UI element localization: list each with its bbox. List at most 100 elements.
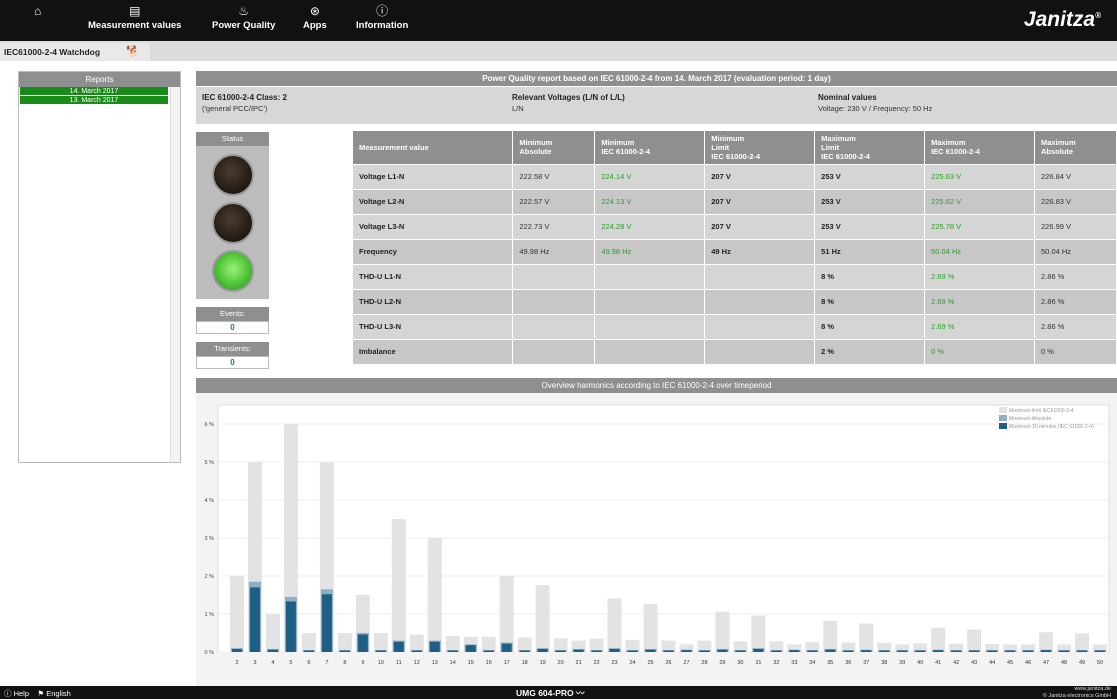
y-tick-label: 0 % xyxy=(205,650,215,656)
x-tick-label: 5 xyxy=(289,660,292,666)
report-item[interactable]: 14. March 2017 xyxy=(20,87,168,96)
copyright: www.janitza.de © Janitza electronics Gmb… xyxy=(1043,686,1111,699)
x-tick-label: 44 xyxy=(989,660,995,666)
limit-bar xyxy=(553,638,568,652)
ten-minute-bar xyxy=(1077,650,1088,652)
transients-counter: Transients: 0 xyxy=(196,342,269,369)
table-header-row: Measurement value Minimum Absolute Minimum I… xyxy=(353,131,1117,165)
x-tick-label: 9 xyxy=(361,660,364,666)
ten-minute-bar xyxy=(591,650,602,652)
ten-minute-bar xyxy=(645,649,656,652)
ten-minute-bar xyxy=(1023,650,1034,652)
x-tick-label: 47 xyxy=(1043,660,1049,666)
x-tick-label: 41 xyxy=(935,660,941,666)
table-cell: 222.58 V xyxy=(512,164,596,190)
ten-minute-bar xyxy=(573,649,584,652)
x-tick-label: 3 xyxy=(253,660,256,666)
tab-watchdog[interactable]: IEC61000-2-4 Watchdog 🐕 xyxy=(0,43,150,61)
table-cell: 2.69 % xyxy=(924,289,1036,315)
table-cell: 50.04 Hz xyxy=(1034,239,1117,265)
ten-minute-bar xyxy=(807,650,818,652)
ten-minute-bar xyxy=(1059,650,1070,652)
limit-bar xyxy=(589,638,604,652)
row-label: Frequency xyxy=(353,239,514,265)
y-tick-label: 5 % xyxy=(205,460,215,466)
events-label: Events: xyxy=(196,307,269,321)
table-cell xyxy=(704,339,816,365)
x-tick-label: 43 xyxy=(971,660,977,666)
ten-minute-bar xyxy=(609,648,620,652)
limit-bar xyxy=(1039,632,1054,652)
nav-information[interactable]: ⓘ Information xyxy=(356,4,408,31)
reports-title: Reports xyxy=(19,72,180,87)
ten-minute-bar xyxy=(1095,650,1106,652)
x-tick-label: 15 xyxy=(468,660,474,666)
row-label: THD-U L2-N xyxy=(353,289,514,315)
legend-label: Maximum 10 minutes (IEC 61000-2-4) xyxy=(1009,424,1094,430)
nav-measurement-values-label: Measurement values xyxy=(88,20,182,31)
legend-label: Maximum Absolute xyxy=(1009,416,1051,422)
help-icon: ⓘ xyxy=(4,689,12,698)
plot-area xyxy=(217,404,1110,653)
voltages-sub: L/N xyxy=(512,104,524,113)
ten-minute-bar xyxy=(951,650,962,652)
help-link[interactable]: Help xyxy=(14,689,29,698)
x-tick-label: 40 xyxy=(917,660,923,666)
report-item[interactable]: 13. March 2017 xyxy=(20,96,168,105)
table-cell: 226.84 V xyxy=(1034,164,1117,190)
ten-minute-bar xyxy=(447,650,458,652)
ten-minute-bar xyxy=(411,650,422,652)
table-cell xyxy=(704,264,816,290)
nav-apps-label: Apps xyxy=(303,20,327,31)
ten-minute-bar xyxy=(321,594,332,652)
table-cell: 222.57 V xyxy=(512,189,596,215)
ten-minute-bar xyxy=(771,650,782,652)
x-tick-label: 20 xyxy=(558,660,564,666)
registered-mark: ® xyxy=(1095,11,1101,20)
row-label: THD-U L1-N xyxy=(353,264,514,290)
x-tick-label: 37 xyxy=(863,660,869,666)
table-cell xyxy=(594,314,706,340)
brand-name: Janitza xyxy=(1023,8,1096,31)
ten-minute-bar xyxy=(789,650,800,652)
ten-minute-bar xyxy=(519,650,530,652)
events-value: 0 xyxy=(196,321,269,334)
device-name: UMG 604-PRO 〰 xyxy=(516,687,585,699)
voltages-title: Relevant Voltages (L/N of L/L) xyxy=(512,93,625,102)
nav-home[interactable]: ⌂ xyxy=(34,4,41,20)
reports-scrollbar[interactable] xyxy=(170,87,180,462)
ten-minute-bar xyxy=(717,649,728,652)
nav-apps[interactable]: ⊛ Apps xyxy=(303,4,327,31)
limit-bar xyxy=(337,633,352,652)
x-tick-label: 31 xyxy=(755,660,761,666)
meter-icon: ▤ xyxy=(129,4,141,18)
x-tick-label: 48 xyxy=(1061,660,1067,666)
table-cell: 0 % xyxy=(924,339,1036,365)
x-tick-label: 14 xyxy=(450,660,456,666)
class-sub: ('general PCC/IPC') xyxy=(202,104,268,113)
status-title: Status xyxy=(196,132,269,146)
report-title: Power Quality report based on IEC 61000-… xyxy=(196,71,1117,86)
info-icon: ⓘ xyxy=(376,4,389,18)
column-header: Minimum IEC 61000-2-4 xyxy=(594,131,706,165)
legend-swatch xyxy=(999,423,1007,429)
x-tick-label: 12 xyxy=(414,660,420,666)
table-cell: 2.86 % xyxy=(1034,289,1117,315)
x-tick-label: 22 xyxy=(594,660,600,666)
table-cell: 253 V xyxy=(814,214,926,240)
table-cell xyxy=(512,339,596,365)
copyright-text: © Janitza electronics GmbH xyxy=(1042,692,1111,699)
language-select[interactable]: English xyxy=(46,689,71,698)
nav-power-quality[interactable]: ♨ Power Quality xyxy=(212,4,275,31)
nav-measurement-values[interactable]: ▤ Measurement values xyxy=(88,4,181,31)
status-column: Status Events: 0 Transients: 0 xyxy=(196,132,269,369)
table-cell: 226.83 V xyxy=(1034,189,1117,215)
limit-bar xyxy=(715,611,730,652)
x-tick-label: 34 xyxy=(809,660,815,666)
reports-panel: Reports 14. March 2017 13. March 2017 xyxy=(18,71,181,463)
limit-bar xyxy=(859,623,874,652)
ten-minute-bar xyxy=(1005,650,1016,652)
ten-minute-bar xyxy=(879,650,890,652)
tab-watchdog-label: IEC61000-2-4 Watchdog xyxy=(4,47,101,57)
table-cell xyxy=(704,314,816,340)
